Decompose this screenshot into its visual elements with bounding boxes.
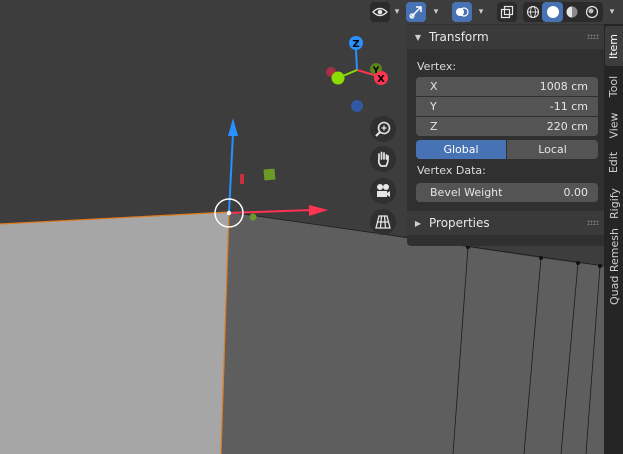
triangle-right-icon: ▶: [414, 218, 422, 228]
camera-icon: [377, 184, 390, 197]
pan-button[interactable]: [370, 146, 396, 172]
tab-quad-remesh[interactable]: Quad Remesh: [605, 227, 623, 305]
bevel-weight-field[interactable]: Bevel Weight 0.00: [416, 183, 598, 202]
vertex-y-field[interactable]: Y -11 cm: [416, 97, 598, 116]
tab-view-label: View: [607, 111, 621, 139]
selected-vertex[interactable]: [226, 210, 232, 216]
vertex-y-label: Y: [430, 100, 437, 113]
wireframe-shading-button[interactable]: [523, 2, 543, 22]
visibility-button[interactable]: [370, 2, 390, 22]
tab-edit-label: Edit: [607, 151, 621, 173]
material-shading-icon: [566, 6, 578, 18]
vertex-label: Vertex:: [417, 60, 457, 73]
perspective-toggle-button[interactable]: [370, 209, 396, 235]
material-shading-button[interactable]: [562, 2, 582, 22]
tab-tool-label: Tool: [607, 75, 621, 97]
sidebar-panel: ▼ Transform Vertex: X 1008 cm Y -11 cm Z…: [407, 24, 604, 246]
vertex-x-field[interactable]: X 1008 cm: [416, 77, 598, 96]
grid-icon: [375, 215, 391, 229]
wireframe-shading-icon: [526, 5, 540, 19]
tab-rigify-label: Rigify: [607, 187, 621, 219]
overlays-icon: [456, 7, 469, 17]
rendered-shading-icon: [585, 5, 599, 19]
vertex-z-label: Z: [430, 120, 438, 133]
properties-title: Properties: [429, 216, 490, 230]
zoom-icon: [375, 121, 391, 137]
global-toggle-button[interactable]: Global: [416, 140, 506, 159]
xray-toggle-button[interactable]: [497, 2, 517, 22]
rendered-shading-button[interactable]: [582, 2, 602, 22]
transform-title: Transform: [429, 30, 489, 44]
chevron-down-icon[interactable]: ▾: [605, 4, 619, 20]
nav-y-axis[interactable]: [331, 71, 345, 85]
vertex-x-label: X: [430, 80, 438, 93]
xray-icon: [500, 5, 514, 19]
tab-view[interactable]: View: [605, 106, 623, 144]
viewport-header: ▾ ▾ ▾ ▾: [360, 0, 623, 24]
chevron-down-icon[interactable]: ▾: [474, 4, 488, 20]
vertex-z-field[interactable]: Z 220 cm: [416, 117, 598, 136]
vertex-y-value: -11 cm: [549, 100, 588, 113]
hand-pan-icon: [377, 151, 389, 167]
nav-z-label: Z: [352, 39, 359, 50]
tab-item-label: Item: [607, 33, 621, 59]
vertex-x-value: 1008 cm: [539, 80, 588, 93]
overlays-toggle-button[interactable]: [452, 2, 472, 22]
gizmo-toggle-button[interactable]: [406, 2, 426, 22]
triangle-down-icon: ▼: [414, 32, 422, 42]
tab-quad-remesh-label: Quad Remesh: [607, 227, 621, 305]
camera-view-button[interactable]: [370, 178, 396, 204]
vertex-z-value: 220 cm: [546, 120, 588, 133]
properties-panel-header[interactable]: ▶ Properties: [407, 211, 604, 235]
tab-rigify[interactable]: Rigify: [605, 182, 623, 224]
gizmo-y-handle[interactable]: [249, 213, 257, 221]
gizmo-xz-plane[interactable]: [240, 174, 244, 184]
tab-item[interactable]: Item: [605, 26, 623, 66]
vertex-data-label: Vertex Data:: [417, 164, 486, 177]
solid-shading-icon: [546, 6, 559, 18]
local-toggle-button[interactable]: Local: [507, 140, 598, 159]
bevel-weight-label: Bevel Weight: [430, 186, 503, 199]
eye-icon: [372, 7, 388, 17]
tab-tool[interactable]: Tool: [605, 68, 623, 104]
nav-neg-z[interactable]: [351, 100, 363, 112]
tab-edit[interactable]: Edit: [605, 146, 623, 178]
solid-shading-button[interactable]: [542, 2, 563, 22]
chevron-down-icon[interactable]: ▾: [429, 4, 443, 20]
drag-grip-icon[interactable]: [587, 34, 599, 39]
chevron-down-icon[interactable]: ▾: [390, 4, 404, 20]
transform-gizmo-icon: [409, 6, 422, 19]
zoom-button[interactable]: [370, 116, 396, 142]
gizmo-yz-plane[interactable]: [263, 168, 276, 181]
bevel-weight-value: 0.00: [563, 186, 589, 199]
nav-x-label: X: [377, 74, 385, 85]
sidebar-tabs: Item Tool View Edit Rigify Quad Remesh: [604, 24, 623, 454]
drag-grip-icon[interactable]: [587, 220, 599, 225]
mesh-face-left[interactable]: [0, 212, 229, 454]
transform-panel-header[interactable]: ▼ Transform: [407, 25, 604, 49]
